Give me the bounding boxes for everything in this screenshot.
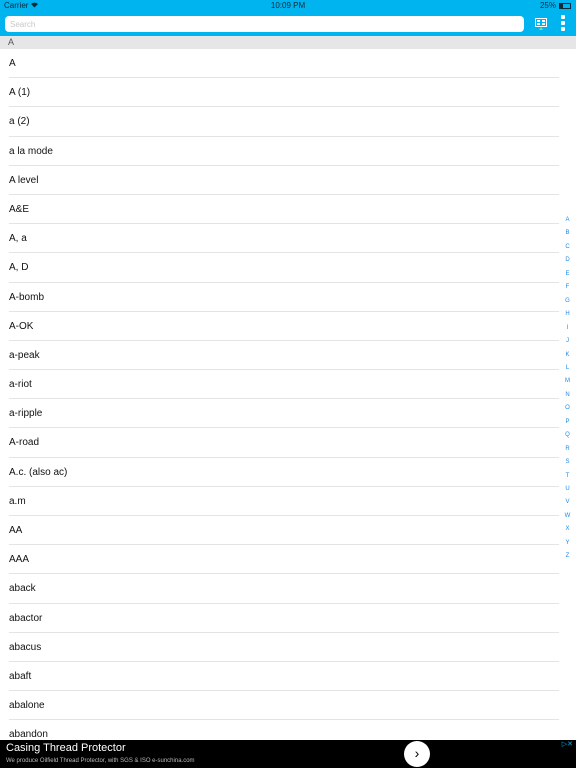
list-item[interactable]: AA bbox=[0, 516, 559, 546]
index-letter[interactable]: L bbox=[559, 364, 576, 372]
index-letter[interactable]: B bbox=[559, 229, 576, 237]
index-letter[interactable]: V bbox=[559, 498, 576, 506]
search-input[interactable] bbox=[5, 16, 524, 32]
ad-subtitle: We produce Oilfield Thread Protector, wi… bbox=[6, 758, 195, 764]
list-item[interactable]: A&E bbox=[0, 195, 559, 225]
word-list[interactable]: AA (1) a (2) a la mode A level A&E A, a A, D A-… bbox=[0, 49, 559, 740]
list-item[interactable]: a-riot bbox=[0, 370, 559, 400]
index-letter[interactable]: C bbox=[559, 243, 576, 251]
index-letter[interactable]: O bbox=[559, 404, 576, 412]
index-letter[interactable]: F bbox=[559, 283, 576, 291]
list-item[interactable]: a la mode bbox=[0, 137, 559, 166]
index-letter[interactable]: J bbox=[559, 337, 576, 345]
list-item[interactable]: A.c. (also ac) bbox=[0, 458, 559, 488]
battery-icon bbox=[559, 3, 571, 9]
battery-percent: 25% bbox=[539, 1, 556, 10]
list-item[interactable]: a-ripple bbox=[0, 399, 559, 429]
alphabet-index[interactable]: ABCDEFGHIJKLMNOPQRSTUVWXYZ bbox=[559, 36, 576, 740]
index-letter[interactable]: Y bbox=[559, 539, 576, 547]
index-letter[interactable]: A bbox=[559, 216, 576, 224]
list-item[interactable]: A-bomb bbox=[0, 283, 559, 312]
list-item[interactable]: A-OK bbox=[0, 312, 559, 342]
index-letter[interactable]: Z bbox=[559, 552, 576, 560]
ad-title[interactable]: Casing Thread Protector bbox=[6, 742, 126, 754]
flashcard-grid-icon[interactable] bbox=[535, 17, 547, 30]
list-item[interactable]: A, a bbox=[0, 224, 559, 254]
index-letter[interactable]: D bbox=[559, 256, 576, 264]
index-letter[interactable]: X bbox=[559, 525, 576, 533]
list-item[interactable]: a (2) bbox=[0, 107, 559, 137]
list-item[interactable]: AAA bbox=[0, 545, 559, 575]
index-letter[interactable]: E bbox=[559, 270, 576, 278]
list-item[interactable]: A level bbox=[0, 166, 559, 196]
adchoices-icon[interactable]: ▷✕ bbox=[562, 740, 573, 748]
list-item[interactable]: A-road bbox=[0, 428, 559, 458]
list-item[interactable]: A bbox=[0, 49, 559, 79]
section-header: A bbox=[0, 36, 576, 49]
list-item[interactable]: A, D bbox=[0, 253, 559, 283]
list-item[interactable]: a.m bbox=[0, 487, 559, 517]
index-letter[interactable]: G bbox=[559, 297, 576, 305]
index-letter[interactable]: K bbox=[559, 351, 576, 359]
status-bar: Carrier 10:09 PM 25% bbox=[0, 0, 576, 12]
index-letter[interactable]: H bbox=[559, 310, 576, 318]
index-letter[interactable]: M bbox=[559, 377, 576, 385]
index-letter[interactable]: R bbox=[559, 445, 576, 453]
list-item[interactable]: abacus bbox=[0, 633, 559, 663]
index-letter[interactable]: U bbox=[559, 485, 576, 493]
list-item[interactable]: aback bbox=[0, 574, 559, 604]
index-letter[interactable]: W bbox=[559, 512, 576, 520]
list-item[interactable]: A (1) bbox=[0, 78, 559, 108]
list-item[interactable]: abactor bbox=[0, 604, 559, 633]
index-letter[interactable]: N bbox=[559, 391, 576, 399]
ad-banner[interactable]: Casing Thread Protector We produce Oilfi… bbox=[0, 740, 576, 768]
index-letter[interactable]: Q bbox=[559, 431, 576, 439]
top-toolbar bbox=[0, 12, 576, 36]
more-vertical-icon[interactable] bbox=[559, 15, 567, 33]
index-letter[interactable]: T bbox=[559, 472, 576, 480]
index-letter[interactable]: P bbox=[559, 418, 576, 426]
ad-go-button[interactable]: › bbox=[404, 741, 430, 767]
list-item[interactable]: abaft bbox=[0, 662, 559, 692]
index-letter[interactable]: I bbox=[559, 324, 576, 332]
list-item[interactable]: abandon bbox=[0, 720, 559, 740]
clock: 10:09 PM bbox=[270, 1, 306, 10]
index-letter[interactable]: S bbox=[559, 458, 576, 466]
list-item[interactable]: a-peak bbox=[0, 341, 559, 371]
list-item[interactable]: abalone bbox=[0, 691, 559, 721]
